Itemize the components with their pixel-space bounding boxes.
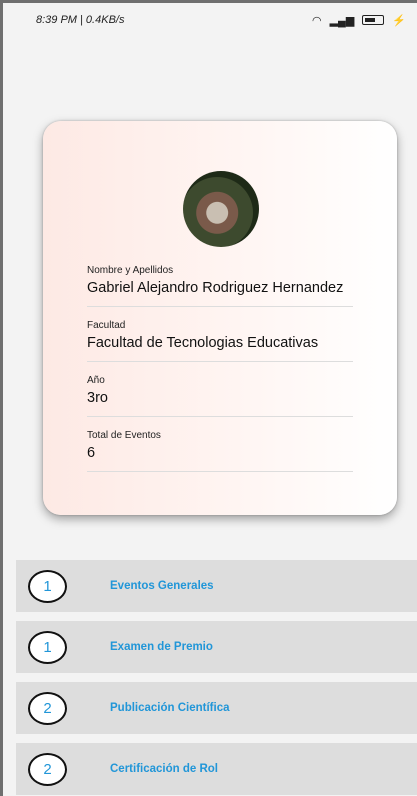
list-item[interactable]: 1 Examen de Premio xyxy=(16,621,417,673)
list-item[interactable]: 2 Certificación de Rol xyxy=(16,743,417,795)
list-item-title: Certificación de Rol xyxy=(110,763,218,775)
status-bar: 8:39 PM | 0.4KB/s ◠ ▂▄▆ ⚡ xyxy=(6,6,417,34)
profile-card: Nombre y Apellidos Gabriel Alejandro Rod… xyxy=(43,121,397,515)
field-value: 6 xyxy=(87,445,96,461)
list-item[interactable]: 2 Publicación Científica xyxy=(16,682,417,734)
field-year: Año 3ro xyxy=(87,375,353,417)
list-item-title: Examen de Premio xyxy=(110,641,213,653)
count-badge: 2 xyxy=(28,691,67,725)
count-badge: 1 xyxy=(28,569,67,603)
field-value: 3ro xyxy=(87,390,108,406)
status-icons: ◠ ▂▄▆ ⚡ xyxy=(312,14,406,27)
profile-fields: Nombre y Apellidos Gabriel Alejandro Rod… xyxy=(87,265,353,485)
field-total-events: Total de Eventos 6 xyxy=(87,430,353,472)
charging-icon: ⚡ xyxy=(392,14,406,27)
status-time: 8:39 PM | 0.4KB/s xyxy=(36,14,125,26)
event-list: 1 Eventos Generales 1 Examen de Premio 2… xyxy=(16,560,417,796)
battery-icon xyxy=(362,15,385,25)
list-item[interactable]: 1 Eventos Generales xyxy=(16,560,417,612)
list-item-title: Eventos Generales xyxy=(110,580,214,592)
count-badge: 2 xyxy=(28,752,67,786)
field-value: Gabriel Alejandro Rodriguez Hernandez xyxy=(87,280,344,296)
signal-icon: ▂▄▆ xyxy=(329,14,355,27)
avatar xyxy=(183,171,259,247)
wifi-icon: ◠ xyxy=(311,14,322,27)
field-name: Nombre y Apellidos Gabriel Alejandro Rod… xyxy=(87,265,353,307)
field-label: Nombre y Apellidos xyxy=(87,265,174,276)
list-item-title: Publicación Científica xyxy=(110,702,230,714)
field-label: Año xyxy=(87,375,105,386)
field-value: Facultad de Tecnologias Educativas xyxy=(87,335,319,351)
screen: 8:39 PM | 0.4KB/s ◠ ▂▄▆ ⚡ Nombre y Apell… xyxy=(0,0,417,796)
count-badge: 1 xyxy=(28,630,67,664)
field-label: Total de Eventos xyxy=(87,430,161,441)
field-faculty: Facultad Facultad de Tecnologias Educati… xyxy=(87,320,353,362)
field-label: Facultad xyxy=(87,320,126,331)
